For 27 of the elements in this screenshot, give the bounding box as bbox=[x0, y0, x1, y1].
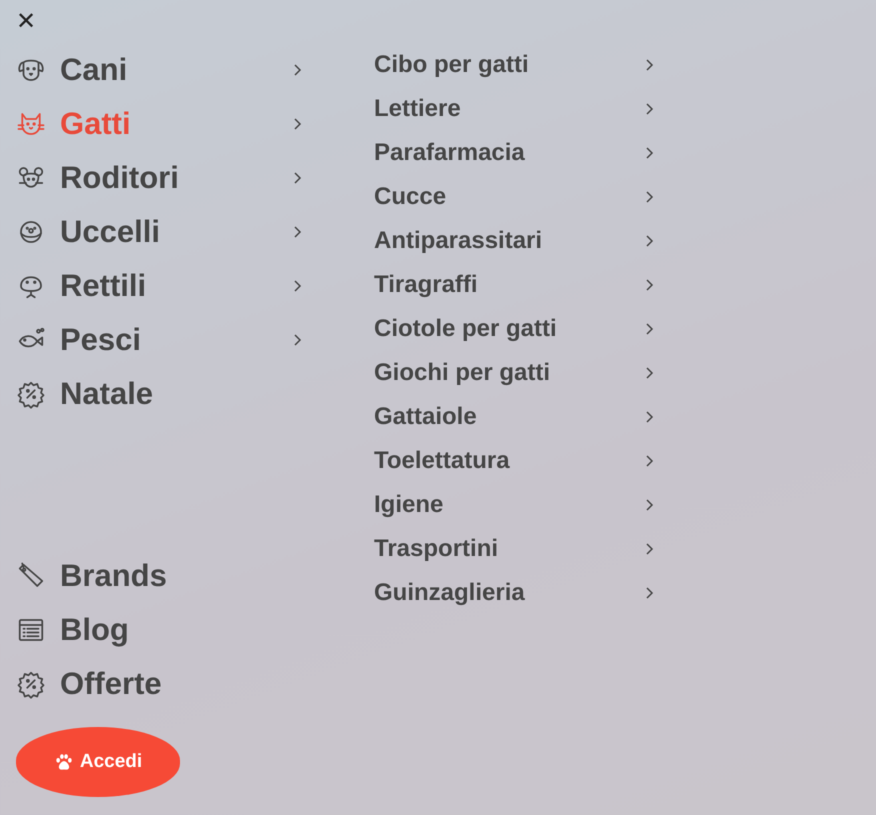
subcategory-item[interactable]: Lettiere bbox=[374, 87, 654, 131]
subcategory-item[interactable]: Trasportini bbox=[374, 527, 654, 571]
subcategory-item[interactable]: Cucce bbox=[374, 175, 654, 219]
close-button[interactable]: ✕ bbox=[16, 6, 42, 36]
paw-icon bbox=[54, 752, 74, 772]
subcategory-item[interactable]: Giochi per gatti bbox=[374, 351, 654, 395]
category-item[interactable]: Rettili bbox=[16, 259, 316, 313]
menu-link[interactable]: Brands bbox=[16, 549, 316, 603]
subcategory-item[interactable]: Ciotole per gatti bbox=[374, 307, 654, 351]
subcategory-item[interactable]: Toelettatura bbox=[374, 439, 654, 483]
category-item[interactable]: Pesci bbox=[16, 313, 316, 367]
discount-badge-icon bbox=[16, 669, 46, 699]
subcategory-item[interactable]: Tiragraffi bbox=[374, 263, 654, 307]
category-item[interactable]: Natale bbox=[16, 367, 316, 421]
subcategory-item[interactable]: Cibo per gatti bbox=[374, 43, 654, 87]
menu-link[interactable]: Blog bbox=[16, 603, 316, 657]
subcategory-item[interactable]: Guinzaglieria bbox=[374, 571, 654, 615]
category-item[interactable]: Roditori bbox=[16, 151, 316, 205]
discount-badge-icon bbox=[16, 379, 46, 409]
category-item[interactable]: Uccelli bbox=[16, 205, 316, 259]
menu-link[interactable]: Offerte bbox=[16, 657, 316, 711]
subcategory-item[interactable]: Parafarmacia bbox=[374, 131, 654, 175]
category-item[interactable]: Cani bbox=[16, 43, 316, 97]
login-button[interactable]: Accedi bbox=[16, 727, 180, 797]
subcategory-item[interactable]: Gattaiole bbox=[374, 395, 654, 439]
subcategory-item[interactable]: Antiparassitari bbox=[374, 219, 654, 263]
subcategory-item[interactable]: Igiene bbox=[374, 483, 654, 527]
